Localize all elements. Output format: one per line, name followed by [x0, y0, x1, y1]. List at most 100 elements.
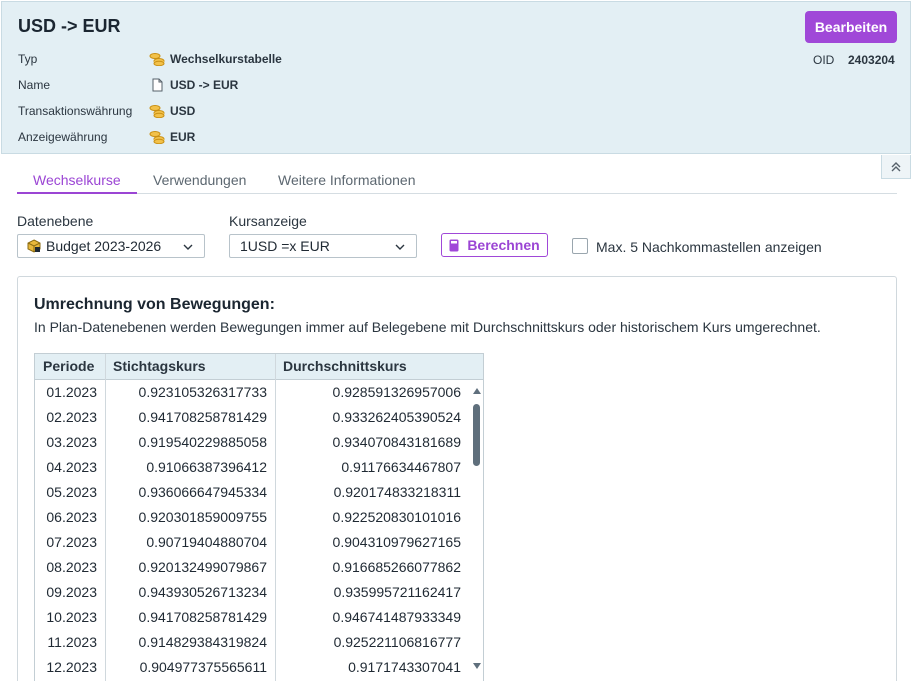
meta-label: Anzeigewährung — [18, 130, 108, 144]
cell-durchschnittskurs: 0.928591326957006 — [332, 384, 461, 400]
oid-value: 2403204 — [848, 53, 895, 67]
page-title: USD -> EUR — [18, 16, 121, 36]
cell-periode: 11.2023 — [47, 634, 97, 650]
column-header-stichtagskurs[interactable]: Stichtagskurs — [105, 354, 275, 380]
datenebene-value: Budget 2023-2026 — [46, 238, 162, 254]
budget-cube-icon — [27, 239, 41, 253]
conversion-panel: Umrechnung von Bewegungen: In Plan-Daten… — [17, 276, 897, 681]
cell-stichtagskurs: 0.923105326317733 — [138, 384, 267, 400]
tab-weitere-informationen[interactable]: Weitere Informationen — [278, 166, 415, 194]
panel-description: In Plan-Datenebenen werden Bewegungen im… — [34, 319, 821, 335]
table-row[interactable]: 06.2023 0.920301859009755 0.92252083010101… — [35, 505, 483, 530]
meta-label: Transaktionswährung — [18, 104, 133, 118]
tab-verwendungen[interactable]: Verwendungen — [153, 166, 246, 194]
cell-stichtagskurs: 0.919540229885058 — [138, 434, 267, 450]
cell-periode: 07.2023 — [46, 534, 97, 550]
tab-wechselkurse[interactable]: Wechselkurse — [17, 166, 137, 194]
table-row[interactable]: 04.2023 0.91066387396412 0.91176634467807 — [35, 455, 483, 480]
table-row[interactable]: 07.2023 0.90719404880704 0.904310979627165 — [35, 530, 483, 555]
cell-periode: 01.2023 — [46, 384, 97, 400]
table-row[interactable]: 12.2023 0.904977375565611 0.9171743307041 — [35, 655, 483, 680]
kursanzeige-select[interactable]: 1USD =x EUR — [229, 234, 417, 258]
meta-value: EUR — [149, 130, 195, 144]
datenebene-label: Datenebene — [17, 213, 94, 229]
cell-durchschnittskurs: 0.904310979627165 — [332, 534, 461, 550]
cell-durchschnittskurs: 0.935995721162417 — [333, 584, 461, 600]
cell-stichtagskurs: 0.941708258781429 — [138, 409, 267, 425]
meta-value-text: USD — [170, 104, 196, 118]
kursanzeige-value: 1USD =x EUR — [240, 238, 330, 254]
table-row[interactable]: 01.2023 0.923105326317733 0.92859132695700… — [35, 380, 483, 405]
table-row[interactable]: 08.2023 0.920132499079867 0.91668526607786… — [35, 555, 483, 580]
chevron-down-icon — [183, 244, 193, 250]
cell-stichtagskurs: 0.941708258781429 — [138, 609, 267, 625]
rates-table: Periode Stichtagskurs Durchschnittskurs … — [34, 353, 484, 681]
meta-value-text: Wechselkurstabelle — [170, 52, 282, 66]
cell-stichtagskurs: 0.936066647945334 — [138, 484, 267, 500]
cell-durchschnittskurs: 0.916685266077862 — [332, 559, 461, 575]
cell-stichtagskurs: 0.91066387396412 — [146, 459, 267, 475]
document-icon — [152, 78, 163, 92]
table-row[interactable]: 11.2023 0.914829384319824 0.92522110681677… — [35, 630, 483, 655]
calculator-icon — [449, 239, 459, 251]
cell-periode: 04.2023 — [46, 459, 97, 475]
coins-icon — [149, 53, 165, 66]
cell-periode: 03.2023 — [46, 434, 97, 450]
table-row[interactable]: 05.2023 0.936066647945334 0.92017483321831… — [35, 480, 483, 505]
cell-stichtagskurs: 0.920132499079867 — [138, 559, 267, 575]
cell-durchschnittskurs: 0.922520830101016 — [332, 509, 461, 525]
cell-periode: 06.2023 — [46, 509, 97, 525]
cell-periode: 05.2023 — [46, 484, 97, 500]
scrollbar-thumb[interactable] — [473, 404, 480, 466]
table-header: Periode Stichtagskurs Durchschnittskurs — [35, 354, 483, 380]
chevron-down-icon — [395, 244, 405, 250]
oid-label: OID — [813, 53, 835, 67]
column-header-periode[interactable]: Periode — [35, 354, 105, 380]
cell-durchschnittskurs: 0.9171743307041 — [348, 659, 461, 675]
cell-stichtagskurs: 0.904977375565611 — [139, 659, 267, 675]
scroll-down-arrow-icon[interactable] — [472, 662, 482, 670]
edit-button[interactable]: Bearbeiten — [805, 11, 897, 43]
meta-value-text: EUR — [170, 130, 196, 144]
cell-durchschnittskurs: 0.933262405390524 — [332, 409, 461, 425]
cell-durchschnittskurs: 0.925221106816777 — [333, 634, 461, 650]
table-scrollbar[interactable] — [469, 380, 483, 681]
cell-stichtagskurs: 0.914829384319824 — [138, 634, 267, 650]
coins-icon — [149, 131, 165, 144]
meta-label: Typ — [18, 52, 38, 66]
cell-durchschnittskurs: 0.946741487933349 — [332, 609, 461, 625]
panel-title: Umrechnung von Bewegungen: — [34, 296, 275, 313]
cell-stichtagskurs: 0.90719404880704 — [146, 534, 267, 550]
berechnen-button[interactable]: Berechnen — [441, 233, 548, 257]
berechnen-label: Berechnen — [467, 237, 540, 253]
cell-durchschnittskurs: 0.920174833218311 — [333, 484, 461, 500]
cell-periode: 02.2023 — [46, 409, 97, 425]
table-row[interactable]: 03.2023 0.919540229885058 0.93407084318168… — [35, 430, 483, 455]
column-header-durchschnittskurs[interactable]: Durchschnittskurs — [275, 354, 469, 380]
meta-value: USD -> EUR — [149, 78, 238, 92]
meta-value-text: USD -> EUR — [170, 78, 239, 92]
cell-stichtagskurs: 0.943930526713234 — [138, 584, 267, 600]
kursanzeige-label: Kursanzeige — [229, 213, 307, 229]
cell-durchschnittskurs: 0.934070843181689 — [332, 434, 461, 450]
meta-value: Wechselkurstabelle — [149, 52, 282, 66]
coins-icon — [149, 105, 165, 118]
table-row[interactable]: 02.2023 0.941708258781429 0.93326240539052… — [35, 405, 483, 430]
meta-label: Name — [18, 78, 51, 92]
cell-periode: 12.2023 — [46, 659, 97, 675]
meta-value: USD — [149, 104, 195, 118]
scroll-up-arrow-icon[interactable] — [472, 387, 482, 395]
datenebene-select[interactable]: Budget 2023-2026 — [17, 234, 205, 258]
cell-periode: 10.2023 — [46, 609, 97, 625]
cell-periode: 08.2023 — [46, 559, 97, 575]
cell-durchschnittskurs: 0.91176634467807 — [341, 459, 461, 475]
cell-periode: 09.2023 — [46, 584, 97, 600]
object-header: USD -> EUR Bearbeiten Typ Wechselkurstab… — [1, 1, 911, 154]
max-decimals-label[interactable]: Max. 5 Nachkommastellen anzeigen — [596, 239, 822, 255]
table-body: 01.2023 0.923105326317733 0.92859132695700… — [35, 380, 483, 680]
table-row[interactable]: 09.2023 0.943930526713234 0.93599572116241… — [35, 580, 483, 605]
max-decimals-checkbox[interactable] — [572, 238, 588, 254]
tab-bar: Wechselkurse Verwendungen Weitere Inform… — [17, 166, 897, 194]
table-row[interactable]: 10.2023 0.941708258781429 0.94674148793334… — [35, 605, 483, 630]
cell-stichtagskurs: 0.920301859009755 — [138, 509, 267, 525]
